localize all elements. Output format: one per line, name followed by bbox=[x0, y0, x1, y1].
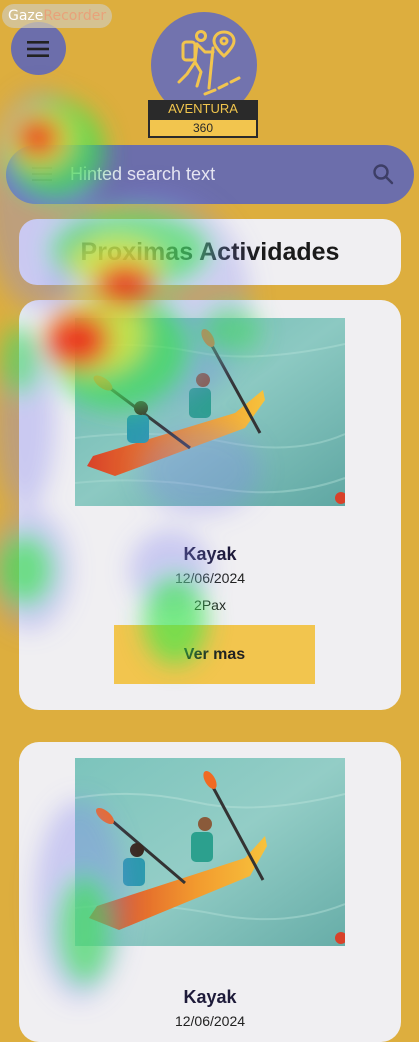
activity-date: 12/06/2024 bbox=[174, 1013, 246, 1029]
search-icon[interactable] bbox=[372, 163, 394, 185]
activity-pax: 2Pax bbox=[194, 597, 226, 613]
logo-name: AVENTURA bbox=[148, 100, 258, 118]
activity-card: Kayak 12/06/2024 bbox=[19, 742, 401, 1042]
watermark-gaze: Gaze bbox=[8, 8, 44, 24]
search-menu-icon[interactable] bbox=[32, 167, 54, 181]
watermark-recorder: Recorder bbox=[43, 8, 107, 24]
activity-date: 12/06/2024 bbox=[174, 570, 246, 586]
ver-mas-button[interactable]: Ver mas bbox=[114, 625, 315, 684]
section-title: Proximas Actividades bbox=[19, 219, 401, 285]
kayak-image bbox=[75, 318, 345, 506]
kayak-image bbox=[75, 758, 345, 946]
logo-number: 360 bbox=[148, 118, 258, 138]
activity-title: Kayak bbox=[183, 544, 237, 564]
gazerecorder-watermark: GazeRecorder bbox=[2, 4, 113, 28]
hiker-location-icon bbox=[177, 30, 241, 96]
search-bar bbox=[6, 145, 414, 204]
activity-card: Kayak 12/06/2024 2Pax Ver mas bbox=[19, 300, 401, 710]
search-input[interactable] bbox=[68, 145, 360, 204]
hamburger-icon bbox=[26, 40, 49, 57]
app-logo: AVENTURA 360 bbox=[148, 12, 260, 140]
menu-button[interactable] bbox=[11, 22, 66, 75]
activity-title: Kayak bbox=[183, 987, 237, 1007]
